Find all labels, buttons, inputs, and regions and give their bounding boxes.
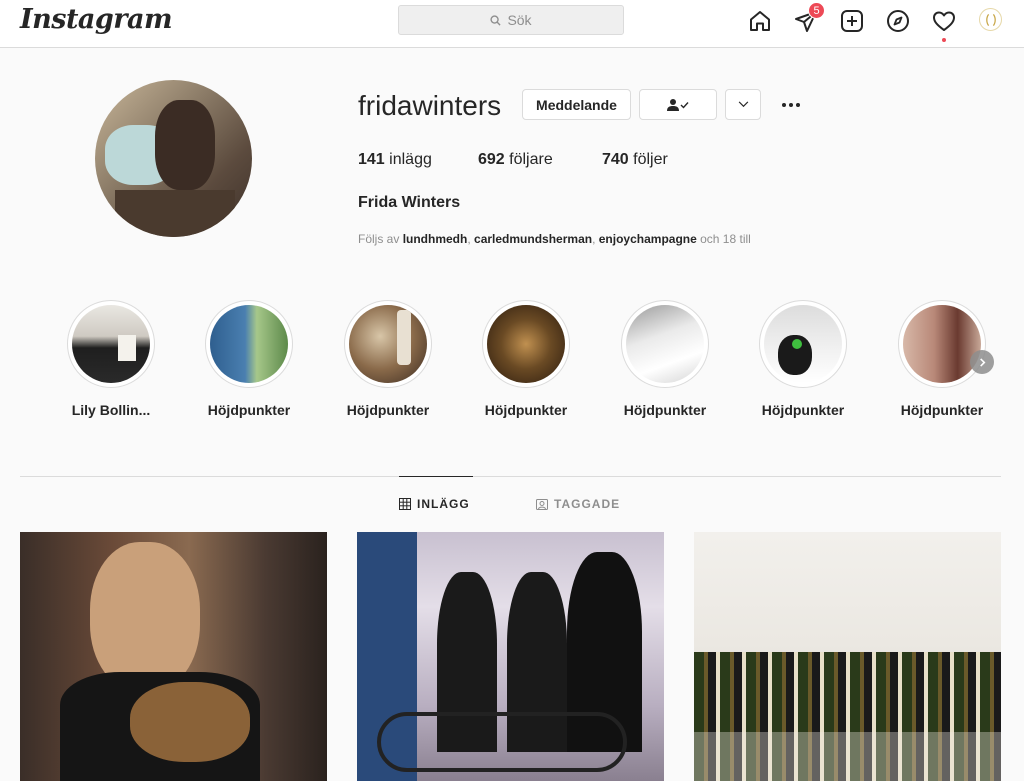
new-post-icon[interactable] — [839, 8, 865, 34]
tagged-icon — [536, 499, 548, 510]
highlight-item[interactable]: Höjdpunkter — [758, 300, 848, 418]
followed-by-user-1[interactable]: lundhmedh — [403, 232, 468, 246]
followed-by-text[interactable]: Följs av lundhmedh, carledmundsherman, e… — [358, 232, 751, 246]
profile-stats: 141 inlägg 692 följare 740 följer — [358, 151, 668, 169]
highlight-item[interactable]: Höjdpunkter — [620, 300, 710, 418]
highlight-item[interactable]: Höjdpunkter — [481, 300, 571, 418]
followers-stat[interactable]: 692 följare — [478, 151, 602, 169]
tab-tagged[interactable]: TAGGADE — [536, 497, 620, 511]
following-count: 740 — [602, 151, 629, 168]
home-icon[interactable] — [747, 8, 773, 34]
chevron-down-icon — [738, 101, 748, 108]
highlight-label: Höjdpunkter — [900, 402, 984, 418]
highlight-label: Höjdpunkter — [484, 402, 568, 418]
followed-by-prefix: Följs av — [358, 232, 400, 246]
highlight-label: Lily Bollin... — [71, 402, 151, 418]
profile-username: fridawinters — [358, 90, 502, 121]
highlight-label: Höjdpunkter — [761, 402, 845, 418]
followers-count: 692 — [478, 151, 505, 168]
highlight-item[interactable]: Höjdpunkter — [343, 300, 433, 418]
active-tab-indicator — [399, 476, 473, 477]
following-label: följer — [633, 151, 668, 168]
followers-label: följare — [509, 151, 553, 168]
highlights-next-button[interactable] — [970, 350, 994, 374]
followed-by-user-3[interactable]: enjoychampagne — [599, 232, 697, 246]
direct-badge: 5 — [808, 2, 825, 19]
highlight-label: Höjdpunkter — [207, 402, 291, 418]
explore-icon[interactable] — [885, 8, 911, 34]
tab-posts[interactable]: INLÄGG — [399, 497, 470, 511]
more-options-icon[interactable] — [779, 96, 803, 114]
posts-count: 141 — [358, 151, 385, 168]
tab-tagged-label: TAGGADE — [554, 497, 621, 511]
instagram-logo[interactable]: Instagram — [20, 4, 173, 35]
highlight-item[interactable]: Lily Bollin... — [66, 300, 156, 418]
post-thumbnail[interactable] — [357, 532, 664, 781]
following-stat[interactable]: 740 följer — [602, 151, 668, 169]
post-thumbnail[interactable] — [694, 532, 1001, 781]
highlight-label: Höjdpunkter — [623, 402, 707, 418]
followed-by-user-2[interactable]: carledmundsherman — [474, 232, 592, 246]
activity-indicator-dot — [942, 38, 946, 42]
followed-by-suffix: och 18 till — [700, 232, 751, 246]
posts-stat[interactable]: 141 inlägg — [358, 151, 478, 169]
search-placeholder: Sök — [507, 12, 532, 28]
message-button[interactable]: Meddelande — [522, 89, 631, 120]
following-button[interactable] — [639, 89, 717, 120]
profile-avatar[interactable] — [979, 8, 1002, 31]
tabs-divider — [20, 476, 1001, 477]
activity-heart-icon[interactable] — [931, 8, 957, 34]
highlight-item[interactable]: Höjdpunkter — [897, 300, 987, 418]
posts-label: inlägg — [389, 151, 432, 168]
chevron-right-icon — [979, 357, 985, 367]
search-icon — [490, 14, 502, 26]
top-nav: Instagram Sök 5 — [0, 0, 1024, 48]
tab-posts-label: INLÄGG — [417, 497, 470, 511]
grid-icon — [399, 498, 411, 510]
profile-picture[interactable] — [95, 80, 252, 237]
search-input[interactable]: Sök — [398, 5, 624, 35]
profile-full-name: Frida Winters — [358, 194, 461, 211]
person-check-icon — [667, 98, 689, 111]
suggested-dropdown-button[interactable] — [725, 89, 761, 120]
highlight-item[interactable]: Höjdpunkter — [204, 300, 294, 418]
highlight-label: Höjdpunkter — [346, 402, 430, 418]
post-thumbnail[interactable] — [20, 532, 327, 781]
